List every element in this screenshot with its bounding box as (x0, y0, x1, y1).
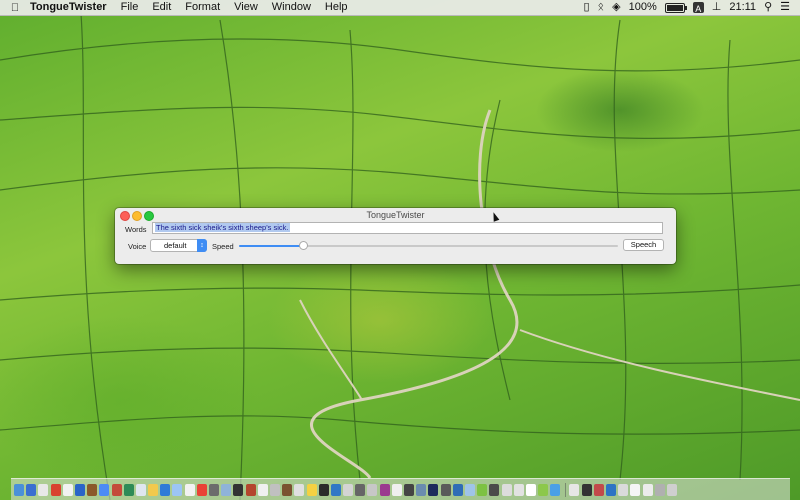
dock-app-icon[interactable] (87, 483, 98, 496)
voice-label: Voice (128, 242, 147, 251)
menu-help[interactable]: Help (318, 0, 355, 15)
zoom-window-button[interactable] (144, 211, 154, 221)
dock-app-icon[interactable] (318, 483, 329, 496)
dock-app-icon[interactable] (74, 483, 85, 496)
dock-app-icon[interactable] (391, 483, 402, 496)
apple-menu-icon[interactable]:  (6, 2, 24, 14)
words-label: Words (125, 225, 147, 234)
menu-view[interactable]: View (227, 0, 265, 15)
dock-app-icon[interactable] (135, 483, 146, 496)
dock-app-icon[interactable] (343, 483, 354, 496)
dock-app-icon[interactable] (404, 483, 414, 496)
dock-app-icon[interactable] (209, 483, 219, 496)
dock-app-icon[interactable] (294, 483, 305, 496)
clock[interactable]: 21:11 (729, 0, 756, 15)
minimize-window-button[interactable] (132, 211, 142, 221)
dock-app-icon[interactable] (245, 483, 256, 496)
dock-app-icon[interactable] (618, 483, 629, 496)
dock-app-icon[interactable] (440, 483, 451, 496)
input-source-icon[interactable]: A (692, 2, 704, 14)
dock (11, 478, 790, 500)
dock-app-icon[interactable] (148, 483, 159, 496)
dock-app-icon[interactable] (26, 483, 37, 496)
notification-center-icon[interactable]: ☰ (780, 0, 790, 15)
dock-app-icon[interactable] (416, 483, 427, 496)
wifi-icon[interactable]: ◈ (612, 0, 620, 15)
dock-app-icon[interactable] (14, 483, 24, 496)
menu-format[interactable]: Format (178, 0, 227, 15)
dock-app-icon[interactable] (38, 483, 49, 496)
dock-app-icon[interactable] (233, 483, 244, 496)
dock-app-icon[interactable] (630, 483, 641, 496)
speech-button[interactable]: Speech (623, 239, 664, 251)
dock-app-icon[interactable] (654, 483, 665, 496)
phone-icon[interactable]: ▯ (583, 0, 589, 15)
dock-app-icon[interactable] (196, 483, 207, 496)
speed-label: Speed (212, 242, 234, 251)
dock-app-icon[interactable] (184, 483, 195, 496)
dock-app-icon[interactable] (428, 483, 439, 496)
speed-slider-knob[interactable] (299, 241, 309, 250)
chevron-updown-icon[interactable]: ↕ (197, 239, 207, 252)
dock-app-icon[interactable] (111, 483, 122, 496)
words-value: The sixth sick sheik's sixth sheep's sic… (155, 223, 290, 232)
dock-app-icon[interactable] (464, 483, 475, 496)
user-switch-icon[interactable]: ⊥ (712, 0, 722, 15)
status-area: ▯ ᛟ ◈ 100% A ⊥ 21:11 ⚲ ☰ (583, 0, 800, 15)
words-field[interactable]: The sixth sick sheik's sixth sheep's sic… (152, 222, 663, 234)
close-window-button[interactable] (120, 211, 130, 221)
dock-app-icon[interactable] (642, 483, 653, 496)
dock-app-icon[interactable] (99, 483, 110, 496)
menu-window[interactable]: Window (265, 0, 318, 15)
spotlight-icon[interactable]: ⚲ (764, 0, 772, 15)
battery-percent: 100% (628, 1, 657, 13)
voice-selected: default (164, 241, 187, 250)
dock-app-icon[interactable] (379, 483, 390, 496)
dock-app-icon[interactable] (550, 483, 561, 496)
dock-app-icon[interactable] (477, 483, 488, 496)
dock-app-icon[interactable] (569, 483, 580, 496)
dock-app-icon[interactable] (282, 483, 293, 496)
window-title: TongueTwister (366, 210, 425, 220)
menu-bar:  TongueTwister File Edit Format View Wi… (0, 0, 800, 16)
dock-app-icon[interactable] (666, 483, 677, 496)
dock-app-icon[interactable] (257, 483, 268, 496)
dock-app-icon[interactable] (355, 483, 366, 496)
dock-app-icon[interactable] (452, 483, 463, 496)
dock-app-icon[interactable] (62, 483, 73, 496)
speed-slider[interactable] (239, 241, 618, 250)
dock-app-icon[interactable] (593, 483, 604, 496)
voice-select[interactable]: default ↕ (150, 239, 207, 252)
dock-app-icon[interactable] (501, 483, 512, 496)
dock-app-icon[interactable] (160, 483, 171, 496)
bluetooth-icon[interactable]: ᛟ (598, 0, 605, 15)
dock-app-icon[interactable] (306, 483, 317, 496)
dock-app-icon[interactable] (221, 483, 232, 496)
dock-app-icon[interactable] (525, 483, 536, 496)
menu-edit[interactable]: Edit (145, 0, 178, 15)
dock-app-icon[interactable] (606, 483, 616, 496)
menu-app-name[interactable]: TongueTwister (24, 0, 114, 15)
dock-app-icon[interactable] (330, 483, 341, 496)
dock-app-icon[interactable] (489, 483, 500, 496)
dock-app-icon[interactable] (172, 483, 183, 496)
dock-app-icon[interactable] (367, 483, 378, 496)
dock-app-icon[interactable] (513, 483, 524, 496)
dock-app-icon[interactable] (269, 483, 280, 496)
dock-separator (565, 482, 567, 497)
dock-app-icon[interactable] (538, 483, 549, 496)
dock-app-icon[interactable] (123, 483, 134, 496)
menu-file[interactable]: File (114, 0, 146, 15)
dock-app-icon[interactable] (581, 483, 592, 496)
tonguetwister-window: TongueTwister Words The sixth sick sheik… (115, 208, 676, 264)
dock-app-icon[interactable] (50, 483, 61, 496)
speed-slider-fill (239, 245, 304, 247)
battery-icon[interactable] (664, 2, 687, 13)
